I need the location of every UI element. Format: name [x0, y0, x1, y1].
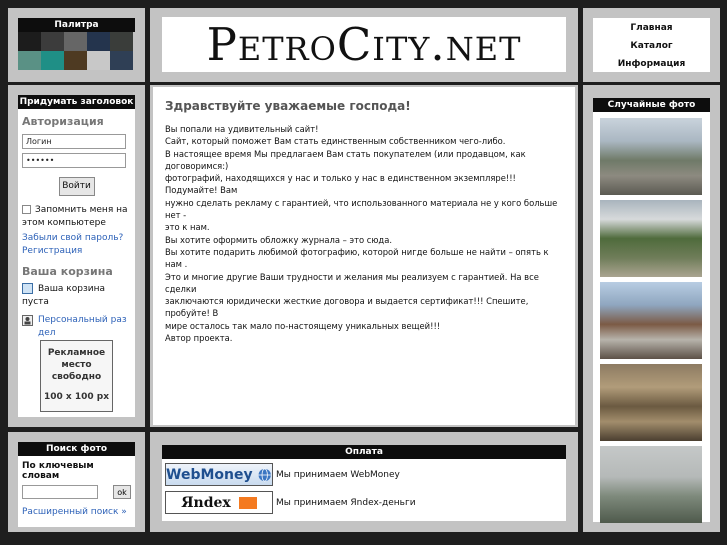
- search-inner: Поиск фото По ключевым словам ok Расшире…: [18, 442, 135, 527]
- random-photos-panel: Случайные фото: [583, 85, 720, 532]
- payment-header: Оплата: [162, 445, 566, 459]
- password-input[interactable]: [22, 153, 126, 168]
- cart-icon: [22, 283, 33, 294]
- palette-title: Палитра: [18, 18, 135, 32]
- search-ok-button[interactable]: ok: [113, 485, 131, 499]
- remember-label: Запомнить меня на этом компьютере: [22, 205, 128, 228]
- left-panel: Придумать заголовок Авторизация Войти За…: [8, 85, 145, 427]
- yandex-logo-text: Яndex: [181, 494, 231, 511]
- search-panel: Поиск фото По ключевым словам ok Расшире…: [8, 432, 145, 532]
- main-text-line: В настоящее время Мы предлагаем Вам стат…: [165, 148, 526, 171]
- remember-checkbox[interactable]: [22, 205, 31, 214]
- nav-inner: Главная Каталог Информация: [593, 18, 710, 72]
- search-input[interactable]: [22, 485, 98, 499]
- palette-swatch[interactable]: [64, 32, 87, 51]
- palette-swatch[interactable]: [41, 51, 64, 70]
- payment-panel: Оплата WebMoney Мы принимаем WebMoney Яn…: [150, 432, 578, 532]
- yandex-money-logo[interactable]: Яndex: [165, 491, 273, 514]
- ad-size: 100 x 100 px: [43, 392, 110, 402]
- palette-swatch[interactable]: [64, 51, 87, 70]
- register-link[interactable]: Регистрация: [22, 246, 82, 256]
- ad-line-3: свободно: [51, 372, 102, 382]
- main-text-line: Автор проекта.: [165, 333, 233, 344]
- palette-swatch[interactable]: [110, 51, 133, 70]
- webmoney-logo-text: WebMoney: [166, 466, 253, 483]
- advanced-search-link[interactable]: Расширенный поиск »: [22, 507, 127, 517]
- logo-box[interactable]: PetroCity.net: [162, 17, 566, 72]
- main-text-line: это к нам.: [165, 222, 210, 233]
- random-photos-header: Случайные фото: [593, 98, 710, 112]
- main-text-line: фотографий, находящихся у нас и только у…: [165, 173, 516, 196]
- wallet-icon: [238, 496, 257, 509]
- main-panel: Здравствуйте уважаемые господа! Вы попал…: [150, 85, 578, 427]
- cart-status: Ваша корзина пуста: [22, 284, 105, 307]
- random-photo-5[interactable]: [600, 446, 702, 523]
- random-photos-inner: Случайные фото: [593, 98, 710, 523]
- main-text-line: Это и многие другие Ваши трудности и жел…: [165, 271, 539, 294]
- forgot-password-link[interactable]: Забыли свой пароль?: [22, 233, 123, 243]
- palette-swatch[interactable]: [87, 51, 110, 70]
- left-inner: Придумать заголовок Авторизация Войти За…: [18, 95, 135, 417]
- login-button[interactable]: Войти: [58, 177, 95, 196]
- personal-section-link[interactable]: Персональный раздел: [38, 314, 131, 340]
- keywords-label: По ключевым словам: [22, 461, 94, 481]
- webmoney-logo[interactable]: WebMoney: [165, 463, 273, 486]
- webmoney-text: Мы принимаем WebMoney: [276, 469, 400, 480]
- login-input[interactable]: [22, 134, 126, 149]
- random-photo-4[interactable]: [600, 364, 702, 441]
- random-photo-2[interactable]: [600, 200, 702, 277]
- main-text-line: Сайт, который поможет Вам стать единстве…: [165, 136, 506, 147]
- main-text-line: нужно сделать рекламу с гарантией, что и…: [165, 197, 558, 221]
- main-text-line: Вы хотите подарить любимой фотографию, к…: [165, 246, 549, 270]
- main-text-line: заключаются юридически жесткие договора …: [165, 296, 529, 319]
- main-text: Вы попали на удивительный сайт! Сайт, кот…: [165, 123, 563, 344]
- user-icon: [22, 315, 33, 326]
- cart-title: Ваша корзина: [22, 265, 113, 278]
- palette-panel: Палитра: [8, 8, 145, 82]
- webmoney-row: WebMoney Мы принимаем WebMoney: [165, 463, 400, 486]
- yandex-text: Мы принимаем Яndex-деньги: [276, 497, 416, 508]
- page-title: Здравствуйте уважаемые господа!: [165, 99, 411, 113]
- palette-swatch[interactable]: [18, 32, 41, 51]
- palette-inner: Палитра: [18, 18, 135, 70]
- yandex-row: Яndex Мы принимаем Яndex-деньги: [165, 491, 416, 514]
- palette-swatches: [18, 32, 135, 70]
- site-logo[interactable]: PetroCity.net: [207, 18, 522, 71]
- search-header: Поиск фото: [18, 442, 135, 456]
- palette-swatch[interactable]: [110, 32, 133, 51]
- logo-panel: PetroCity.net: [150, 8, 578, 82]
- palette-swatch[interactable]: [41, 32, 64, 51]
- auth-title: Авторизация: [22, 115, 104, 128]
- main-content: Здравствуйте уважаемые господа! Вы попал…: [153, 87, 575, 425]
- left-header: Придумать заголовок: [18, 95, 135, 109]
- random-photo-1[interactable]: [600, 118, 702, 195]
- main-text-line: Вы попали на удивительный сайт!: [165, 124, 319, 134]
- palette-swatch[interactable]: [18, 51, 41, 70]
- nav-item-home[interactable]: Главная: [593, 19, 710, 37]
- nav-item-info[interactable]: Информация: [593, 55, 710, 73]
- palette-swatch[interactable]: [87, 32, 110, 51]
- payment-inner: Оплата WebMoney Мы принимаем WebMoney Яn…: [162, 445, 566, 521]
- ad-line-2: место: [61, 360, 92, 370]
- main-text-line: Вы хотите оформить обложку журнала – это…: [165, 234, 392, 245]
- main-text-line: мире осталось так мало по-настоящему уни…: [165, 320, 441, 331]
- ad-line-1: Рекламное: [47, 348, 106, 358]
- random-photo-3[interactable]: [600, 282, 702, 359]
- nav-item-catalog[interactable]: Каталог: [593, 37, 710, 55]
- ad-placeholder[interactable]: Рекламное место свободно 100 x 100 px: [40, 340, 113, 412]
- nav-panel: Главная Каталог Информация: [583, 8, 720, 82]
- globe-icon: [258, 467, 271, 482]
